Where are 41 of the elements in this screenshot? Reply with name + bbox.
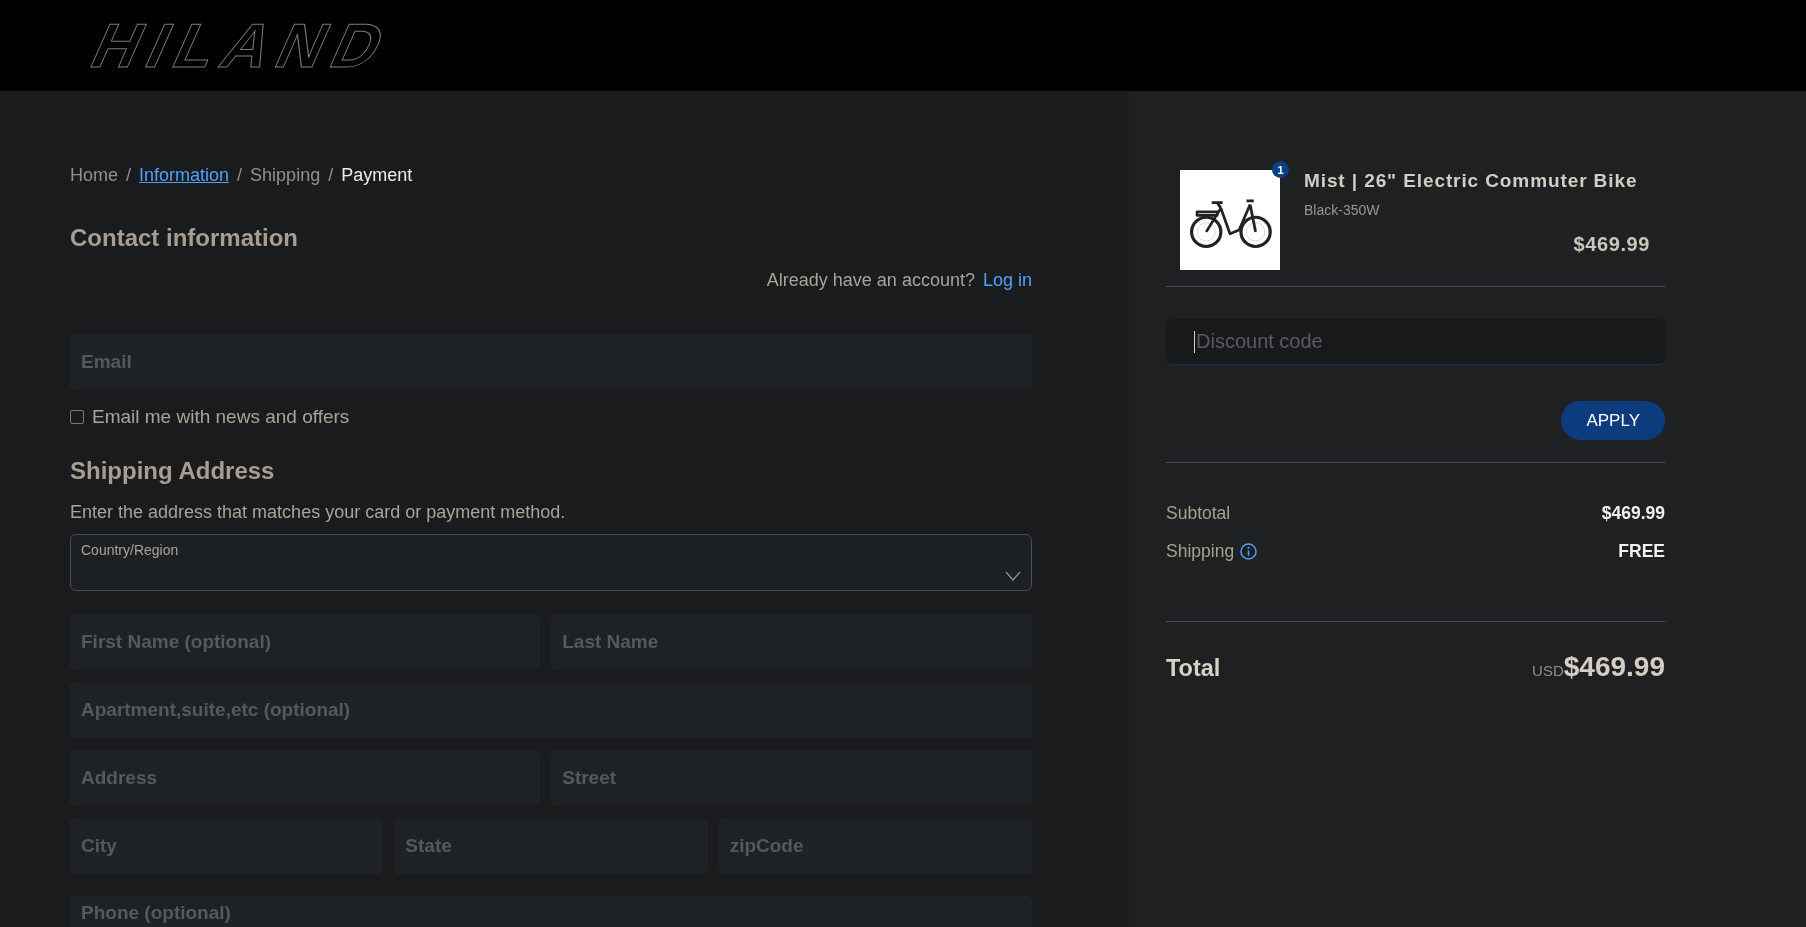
summary-label: Shipping (1166, 540, 1235, 562)
summary-label: Subtotal (1166, 502, 1231, 524)
newsletter-checkbox[interactable] (70, 410, 84, 424)
text-input[interactable]: zipCode (718, 818, 1032, 874)
currency-code: USD (1532, 662, 1564, 679)
breadcrumb-separator: / (126, 164, 132, 187)
chevron-down-icon (1005, 571, 1021, 581)
info-icon[interactable] (1240, 542, 1258, 560)
summary-value: $469.99 (1601, 502, 1665, 524)
newsletter-label: Email me with news and offers (92, 405, 350, 429)
account-prompt: Already have an account? (766, 269, 975, 292)
breadcrumb-item[interactable]: Home (70, 163, 118, 187)
breadcrumb-link[interactable]: Information (139, 163, 230, 187)
product-name: Mist | 26" Electric Commuter Bike (1304, 170, 1638, 192)
apply-button[interactable]: APPLY (1561, 401, 1665, 440)
section-heading: Contact information (70, 223, 299, 253)
text-input[interactable]: City (70, 818, 384, 874)
quantity-badge: 1 (1272, 161, 1289, 178)
breadcrumb-separator: / (237, 164, 243, 187)
breadcrumb-separator: / (328, 164, 334, 187)
country-select[interactable]: Country/Region (70, 534, 1032, 591)
product-price: $469.99 (1573, 233, 1650, 255)
section-heading: Shipping Address (70, 456, 276, 486)
total-price: $469.99 (1563, 652, 1665, 682)
total-label: Total (1166, 654, 1221, 683)
text-input[interactable]: Phone (optional) (70, 896, 1032, 927)
login-link[interactable]: Log in (982, 268, 1032, 292)
summary-value: FREE (1618, 540, 1665, 562)
section-description: Enter the address that matches your card or payment method. (70, 501, 567, 524)
text-input[interactable]: Last Name (551, 614, 1032, 670)
email-input[interactable]: Email (70, 334, 1032, 390)
text-input[interactable]: Street (551, 750, 1032, 806)
text-input[interactable]: Address (70, 750, 541, 806)
discount-code-field[interactable]: Discount code (1166, 319, 1665, 365)
text-input[interactable]: State (394, 818, 708, 874)
breadcrumb-item[interactable]: Shipping (250, 163, 321, 187)
brand-logo[interactable]: HILAND (82, 14, 404, 77)
breadcrumb-current: Payment (341, 164, 413, 187)
text-input[interactable]: First Name (optional) (70, 614, 541, 670)
text-input[interactable]: Apartment,suite,etc (optional) (70, 682, 1032, 738)
product-variant: Black-350W (1304, 202, 1380, 218)
